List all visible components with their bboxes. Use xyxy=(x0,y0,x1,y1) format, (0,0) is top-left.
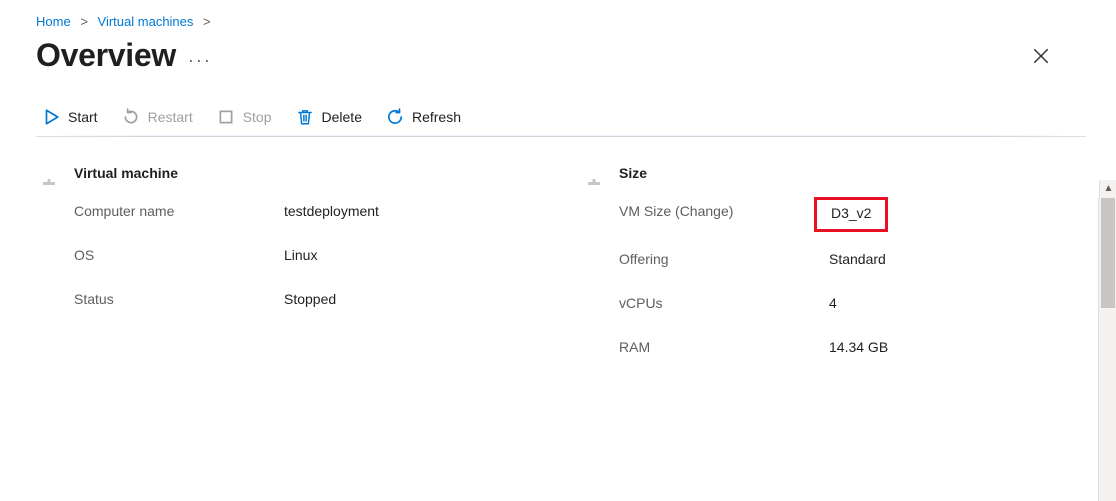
row-os: OS Linux xyxy=(36,247,541,263)
size-section-title: Size xyxy=(619,165,647,181)
label-vcpus: vCPUs xyxy=(619,295,829,311)
scrollbar[interactable]: ▲ xyxy=(1098,198,1116,501)
row-vm-size: VM Size (Change) D3_v2 xyxy=(581,203,1086,223)
label-os: OS xyxy=(74,247,284,263)
vm-section-title: Virtual machine xyxy=(74,165,178,181)
trash-icon xyxy=(296,108,314,126)
label-ram: RAM xyxy=(619,339,829,355)
value-os: Linux xyxy=(284,247,317,263)
scroll-up-arrow-icon[interactable]: ▲ xyxy=(1099,180,1116,198)
scroll-thumb[interactable] xyxy=(1101,198,1115,308)
vm-section-header: Virtual machine xyxy=(36,161,541,185)
content-area: Virtual machine Computer name testdeploy… xyxy=(36,161,1086,383)
row-computer-name: Computer name testdeployment xyxy=(36,203,541,219)
vm-icon xyxy=(36,161,62,185)
vm-icon xyxy=(581,161,607,185)
label-vm-size-pre: VM Size ( xyxy=(619,203,680,219)
change-link[interactable]: Change xyxy=(680,203,729,219)
play-icon xyxy=(42,108,60,126)
row-ram: RAM 14.34 GB xyxy=(581,339,1086,355)
restart-label: Restart xyxy=(148,109,193,125)
stop-button: Stop xyxy=(217,108,272,126)
breadcrumb: Home > Virtual machines > xyxy=(36,14,1086,29)
label-computer-name: Computer name xyxy=(74,203,284,219)
breadcrumb-virtual-machines[interactable]: Virtual machines xyxy=(98,14,194,29)
breadcrumb-sep-1: > xyxy=(80,14,88,29)
breadcrumb-home[interactable]: Home xyxy=(36,14,71,29)
start-label: Start xyxy=(68,109,98,125)
overview-page: Home > Virtual machines > Overview ··· S… xyxy=(0,0,1086,501)
size-section-header: Size xyxy=(581,161,1086,185)
label-offering: Offering xyxy=(619,251,829,267)
value-ram: 14.34 GB xyxy=(829,339,888,355)
value-vcpus: 4 xyxy=(829,295,837,311)
row-offering: Offering Standard xyxy=(581,251,1086,267)
stop-icon xyxy=(217,108,235,126)
close-icon xyxy=(1032,47,1050,65)
more-menu-button[interactable]: ··· xyxy=(188,51,212,69)
delete-label: Delete xyxy=(322,109,362,125)
value-status: Stopped xyxy=(284,291,336,307)
page-title: Overview xyxy=(36,37,176,74)
value-computer-name: testdeployment xyxy=(284,203,379,219)
stop-label: Stop xyxy=(243,109,272,125)
refresh-icon xyxy=(386,108,404,126)
title-row: Overview ··· xyxy=(36,37,1086,74)
size-section: Size VM Size (Change) D3_v2 Offering Sta… xyxy=(581,161,1086,383)
label-status: Status xyxy=(74,291,284,307)
refresh-button[interactable]: Refresh xyxy=(386,108,461,126)
row-status: Status Stopped xyxy=(36,291,541,307)
value-offering: Standard xyxy=(829,251,886,267)
delete-button[interactable]: Delete xyxy=(296,108,362,126)
close-button[interactable] xyxy=(1026,41,1056,71)
refresh-label: Refresh xyxy=(412,109,461,125)
vm-size-highlight: D3_v2 xyxy=(814,197,888,232)
label-vm-size-post: ) xyxy=(729,203,734,219)
restart-icon xyxy=(122,108,140,126)
restart-button: Restart xyxy=(122,108,193,126)
row-vcpus: vCPUs 4 xyxy=(581,295,1086,311)
label-vm-size: VM Size (Change) xyxy=(619,203,829,223)
value-vm-size: D3_v2 xyxy=(829,203,873,223)
toolbar: Start Restart Stop Delete xyxy=(36,100,1086,137)
breadcrumb-sep-2: > xyxy=(203,14,211,29)
start-button[interactable]: Start xyxy=(42,108,98,126)
vm-section: Virtual machine Computer name testdeploy… xyxy=(36,161,541,383)
